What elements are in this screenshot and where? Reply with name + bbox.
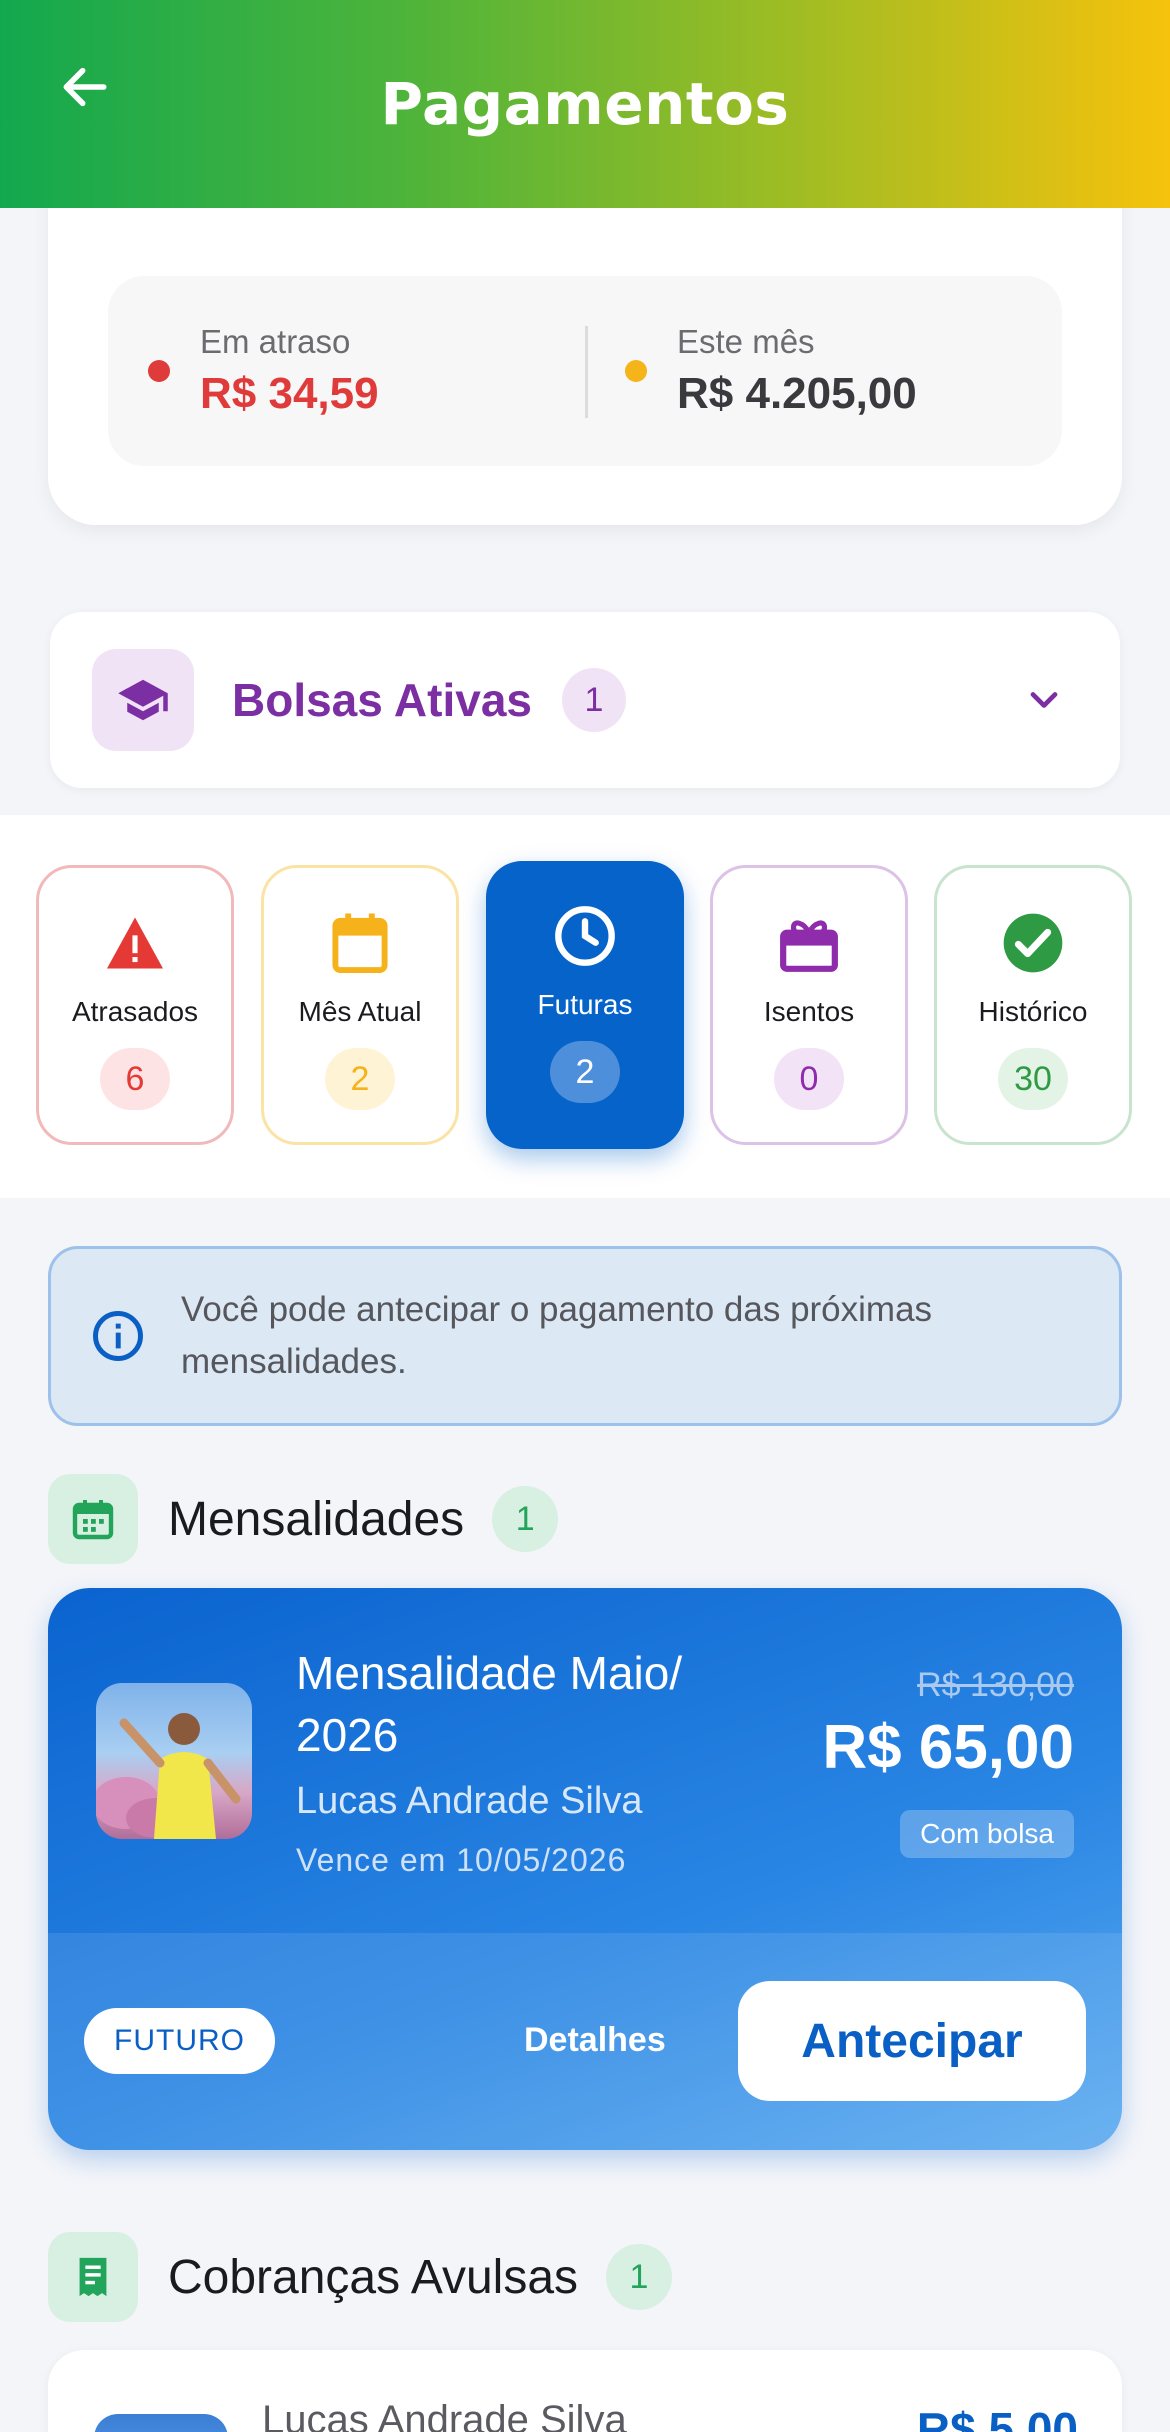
section-title: Mensalidades [168,1492,465,1546]
avulsa-thumbnail [94,2414,228,2432]
original-price: R$ 130,00 [917,1666,1074,1704]
bolsas-label: Bolsas Ativas [232,674,532,726]
bolsas-count-badge: 1 [562,668,626,732]
filter-count: 2 [325,1048,395,1110]
payment-summary-card: Em atraso R$ 34,59 Este mês R$ 4.205,00 [48,180,1122,525]
back-button[interactable] [50,52,120,122]
section-count-badge: 1 [606,2244,673,2310]
filter-label: Mês Atual [298,996,422,1027]
info-banner: Você pode antecipar o pagamento das próx… [48,1246,1122,1426]
filter-count: 30 [998,1048,1068,1110]
warning-icon [104,908,166,978]
section-mensalidades: Mensalidades 1 [48,1474,559,1564]
filter-historico[interactable]: Histórico 30 [934,865,1132,1145]
overdue-dot-icon [148,360,170,382]
scholarship-tag: Com bolsa [900,1810,1074,1858]
arrow-left-icon [63,67,107,107]
overdue-value: R$ 34,59 [200,369,379,418]
chevron-down-icon [1022,678,1066,727]
filter-futuras[interactable]: Futuras 2 [486,861,684,1149]
section-cobrancas-avulsas: Cobranças Avulsas 1 [48,2232,673,2322]
month-value: R$ 4.205,00 [677,369,917,418]
filter-tabs: Atrasados 6 Mês Atual 2 Futuras 2 Isento… [0,815,1170,1198]
filter-label: Atrasados [71,996,199,1027]
filter-count: 6 [100,1048,170,1110]
status-badge: FUTURO [84,2008,275,2074]
overdue-total: Em atraso R$ 34,59 [108,276,585,466]
app-header: Pagamentos [0,0,1170,208]
filter-count: 2 [550,1041,620,1103]
filter-label: Histórico [978,996,1088,1027]
check-circle-icon [1001,908,1065,978]
price: R$ 65,00 [822,1713,1074,1782]
mensalidade-card[interactable]: Mensalidade Maio/ 2026 Lucas Andrade Sil… [48,1588,1122,2150]
month-label: Este mês [677,323,815,360]
antecipar-button[interactable]: Antecipar [738,1981,1086,2101]
clock-icon [553,901,617,971]
card-summary: Mensalidade Maio/ 2026 Lucas Andrade Sil… [48,1588,1122,1933]
calendar-icon [48,1474,138,1564]
info-icon [93,1311,143,1361]
bolsas-ativas-toggle[interactable]: Bolsas Ativas 1 [50,612,1120,788]
filter-mes-atual[interactable]: Mês Atual 2 [261,865,459,1145]
price: R$ 5,00 [916,2403,1078,2432]
details-button[interactable]: Detalhes [524,2021,666,2060]
filter-isentos[interactable]: Isentos 0 [710,865,908,1145]
due-date: Vence em 10/05/2026 [296,1842,627,1878]
graduation-cap-icon [92,649,194,751]
filter-count: 0 [774,1048,844,1110]
avulsa-card[interactable]: Lucas Andrade Silva R$ 5,00 [48,2350,1122,2432]
mensalidade-title: Mensalidade Maio/ 2026 [296,1647,683,1761]
calendar-icon [330,908,390,978]
overdue-label: Em atraso [200,323,351,360]
section-count-badge: 1 [492,1486,559,1552]
section-title: Cobranças Avulsas [168,2250,579,2304]
month-dot-icon [625,360,647,382]
avatar [96,1683,252,1839]
filter-atrasados[interactable]: Atrasados 6 [36,865,234,1145]
summary-totals: Em atraso R$ 34,59 Este mês R$ 4.205,00 [108,276,1062,466]
gift-icon [778,908,840,978]
month-total: Este mês R$ 4.205,00 [585,276,1062,466]
receipt-icon [48,2232,138,2322]
student-name: Lucas Andrade Silva [262,2398,627,2432]
page-title: Pagamentos [380,70,790,138]
student-name: Lucas Andrade Silva [296,1780,643,1822]
filter-label: Isentos [763,996,855,1027]
filter-label: Futuras [537,989,633,1020]
card-actions: FUTURO Detalhes Antecipar [48,1933,1122,2150]
info-text: Você pode antecipar o pagamento das próx… [181,1290,933,1381]
